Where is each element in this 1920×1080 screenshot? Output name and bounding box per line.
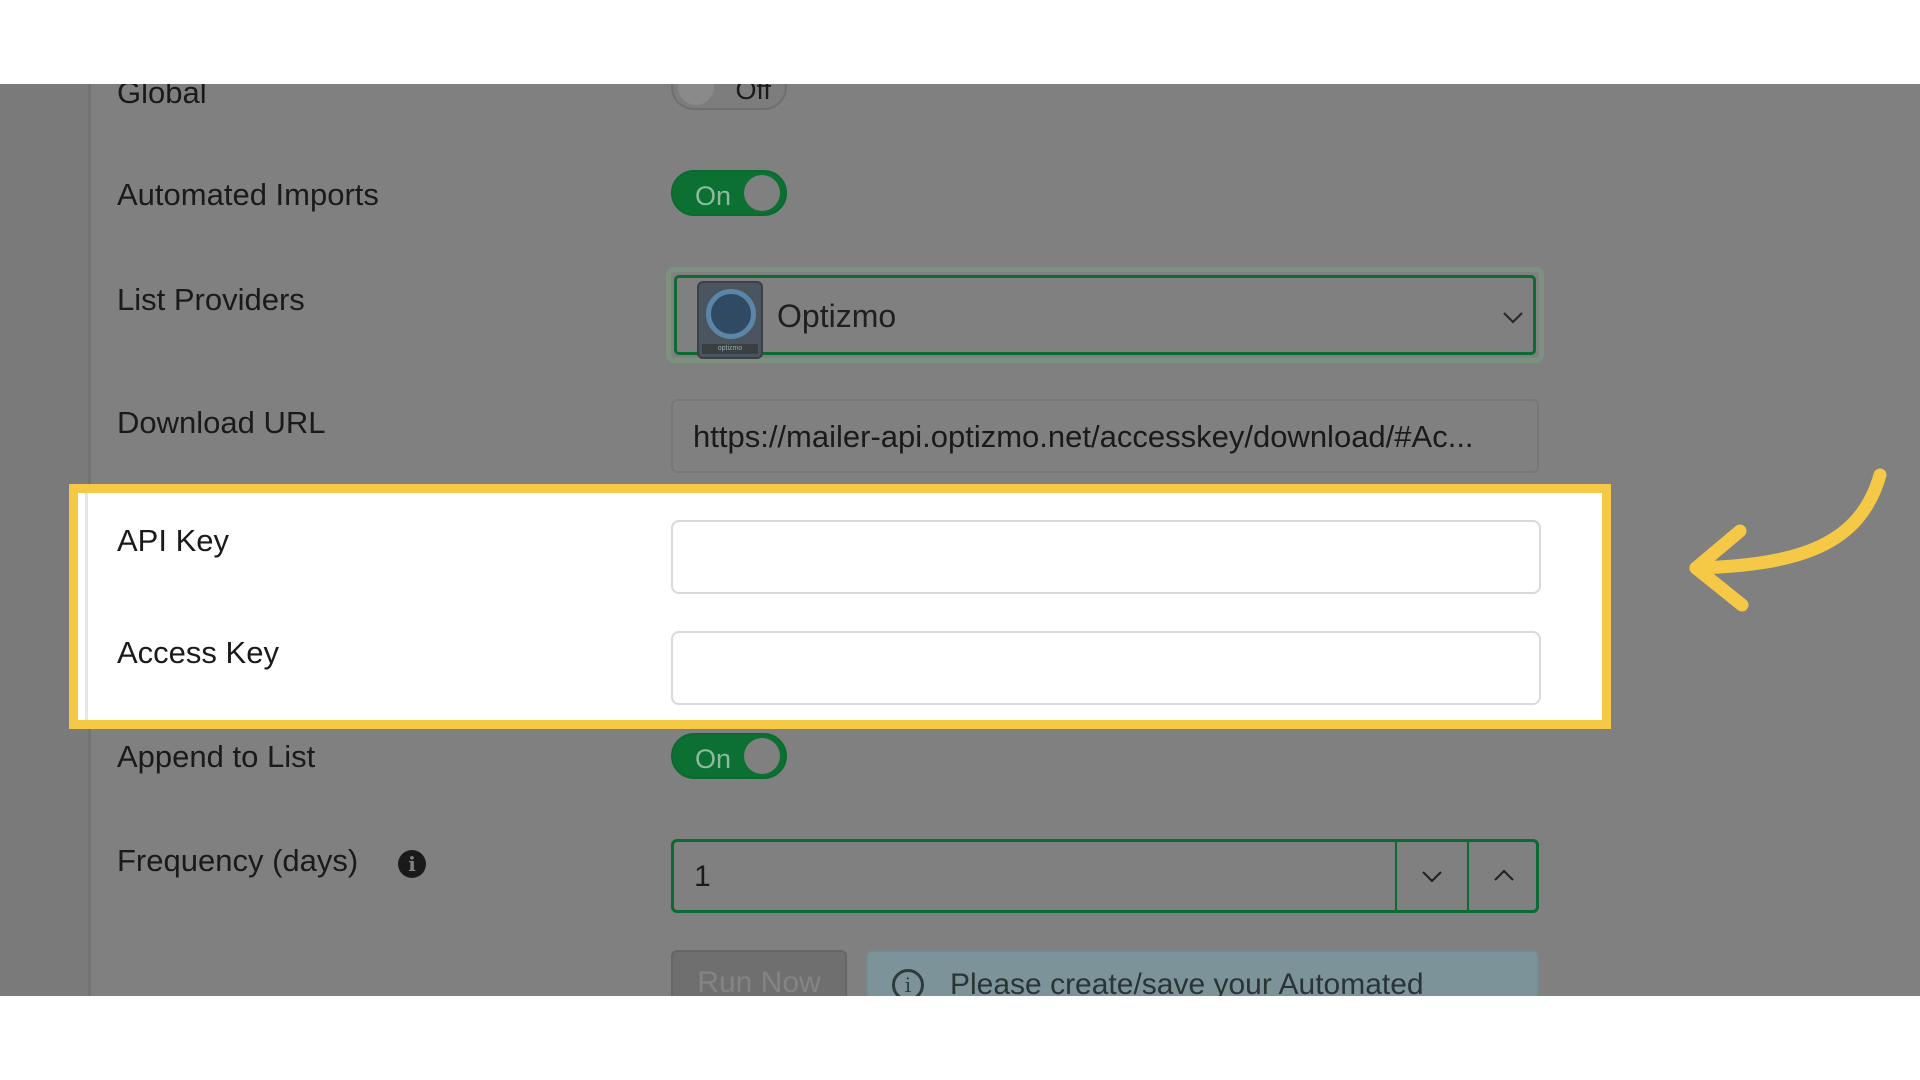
download-url-field[interactable]: https://mailer-api.optizmo.net/accesskey…: [671, 399, 1539, 473]
frequency-stepper[interactable]: 1: [671, 839, 1539, 913]
stepper-increment-button[interactable]: [1467, 842, 1541, 910]
access-key-input[interactable]: [671, 631, 1541, 705]
global-label: Global: [117, 84, 207, 110]
list-providers-label: List Providers: [117, 282, 305, 317]
api-key-label: API Key: [117, 523, 229, 558]
toggle-knob: [744, 175, 780, 211]
append-to-list-label: Append to List: [117, 739, 316, 774]
info-alert: i Please create/save your Automated: [866, 950, 1539, 996]
download-url-label: Download URL: [117, 405, 326, 440]
run-now-button[interactable]: Run Now: [671, 950, 847, 996]
info-alert-text: Please create/save your Automated: [950, 968, 1424, 996]
chevron-down-icon: [1503, 312, 1523, 324]
highlight-box: API Key Access Key: [69, 484, 1611, 729]
frequency-label: Frequency (days): [117, 843, 359, 878]
toggle-state-label: Off: [735, 84, 771, 105]
toggle-state-label: On: [695, 181, 732, 211]
frequency-value: 1: [694, 860, 711, 893]
curved-arrow-icon: [1689, 468, 1887, 612]
access-key-label: Access Key: [117, 635, 279, 670]
stepper-decrement-button[interactable]: [1395, 842, 1469, 910]
automated-imports-label: Automated Imports: [117, 177, 379, 212]
global-toggle[interactable]: Off: [671, 84, 787, 110]
toggle-state-label: On: [695, 744, 732, 774]
api-key-input[interactable]: [671, 520, 1541, 594]
info-circle-icon: i: [892, 969, 924, 996]
toggle-knob: [678, 84, 714, 105]
chevron-up-icon: [1494, 869, 1514, 881]
chevron-down-icon: [1422, 871, 1442, 883]
selected-provider: Optizmo: [777, 298, 897, 334]
automated-imports-toggle[interactable]: On: [671, 170, 787, 216]
append-to-list-toggle[interactable]: On: [671, 733, 787, 779]
info-icon[interactable]: i: [398, 850, 426, 878]
optizmo-logo-icon: optizmo: [697, 281, 763, 359]
list-providers-select[interactable]: optizmo Optizmo: [666, 267, 1544, 363]
toggle-knob: [744, 738, 780, 774]
